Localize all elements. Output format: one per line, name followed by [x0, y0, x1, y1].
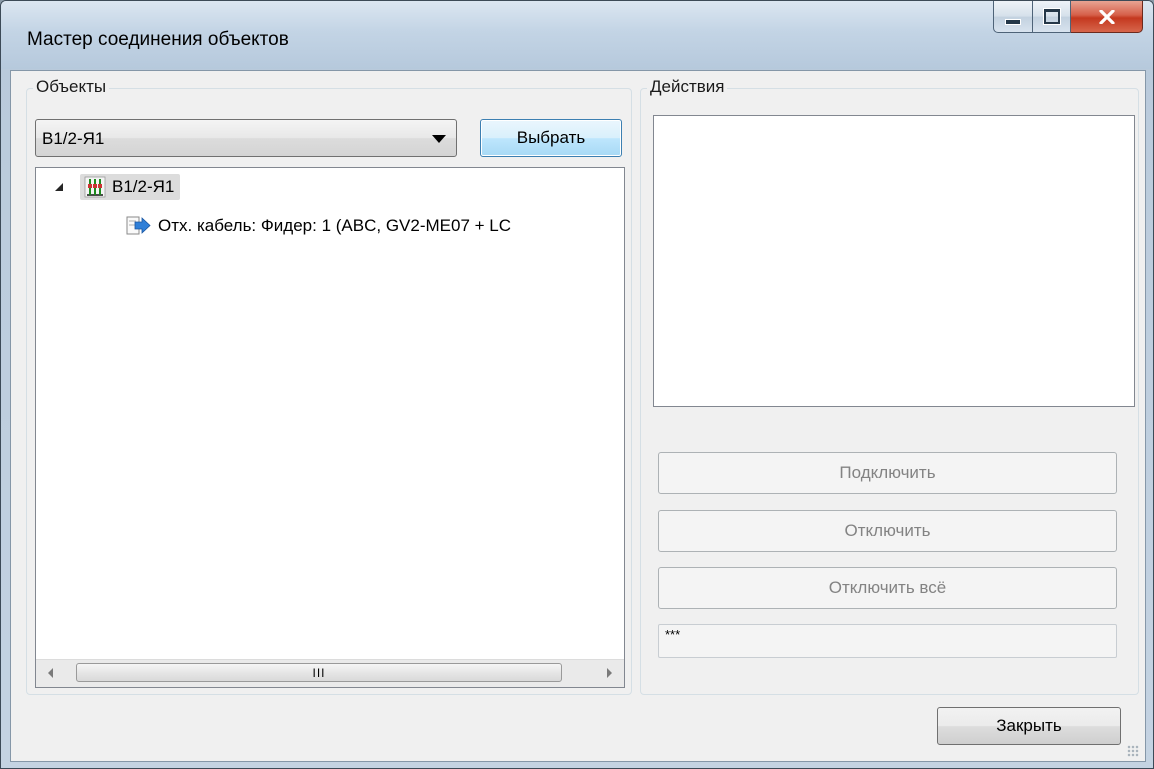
objects-group-label: Объекты — [33, 77, 110, 97]
scroll-thumb[interactable]: III — [76, 663, 562, 682]
title-bar[interactable]: Мастер соединения объектов — [1, 1, 1153, 69]
dialog-client-area: Объекты В1/2-Я1 Выбрать В1/2-Я1 Отх. каб… — [10, 70, 1146, 762]
scroll-right-icon[interactable] — [607, 668, 612, 678]
actions-listbox[interactable] — [653, 115, 1135, 407]
objects-tree[interactable]: В1/2-Я1 Отх. кабель: Фидер: 1 (ABC, GV2-… — [35, 167, 625, 688]
tree-root-label: В1/2-Я1 — [112, 177, 175, 196]
tree-child-row[interactable]: Отх. кабель: Фидер: 1 (ABC, GV2-ME07 + L… — [126, 212, 511, 240]
window-title: Мастер соединения объектов — [27, 29, 289, 50]
horizontal-scrollbar[interactable]: III — [36, 659, 624, 687]
close-window-button[interactable] — [1071, 1, 1143, 33]
actions-group-label: Действия — [647, 77, 728, 97]
select-button[interactable]: Выбрать — [480, 119, 622, 157]
tree-root-row[interactable]: В1/2-Я1 — [52, 173, 181, 201]
close-icon — [1098, 9, 1115, 24]
minimize-icon — [1005, 18, 1021, 25]
maximize-icon — [1043, 9, 1060, 24]
maximize-button[interactable] — [1033, 1, 1071, 33]
tree-child-label: Отх. кабель: Фидер: 1 (ABC, GV2-ME07 + L… — [158, 216, 512, 235]
collapse-arrow-icon[interactable] — [52, 180, 66, 194]
object-selector-combo[interactable]: В1/2-Я1 — [35, 119, 457, 157]
status-field: *** — [658, 624, 1117, 658]
dialog-window: Мастер соединения объектов Объекты В1/2-… — [0, 0, 1154, 769]
close-button[interactable]: Закрыть — [937, 707, 1121, 745]
connect-button[interactable]: Подключить — [658, 452, 1117, 494]
tree-root-node[interactable]: В1/2-Я1 — [80, 174, 181, 200]
scroll-left-icon[interactable] — [48, 668, 53, 678]
dropdown-arrow-icon — [432, 135, 446, 143]
resize-grip-icon[interactable] — [1127, 745, 1139, 757]
switchboard-icon — [84, 176, 106, 198]
outgoing-cable-icon — [126, 216, 151, 235]
disconnect-button[interactable]: Отключить — [658, 510, 1117, 552]
minimize-button[interactable] — [993, 1, 1033, 33]
combo-value: В1/2-Я1 — [42, 129, 105, 148]
scroll-grip: III — [312, 665, 326, 680]
disconnect-all-button[interactable]: Отключить всё — [658, 567, 1117, 609]
status-text: *** — [665, 627, 681, 642]
